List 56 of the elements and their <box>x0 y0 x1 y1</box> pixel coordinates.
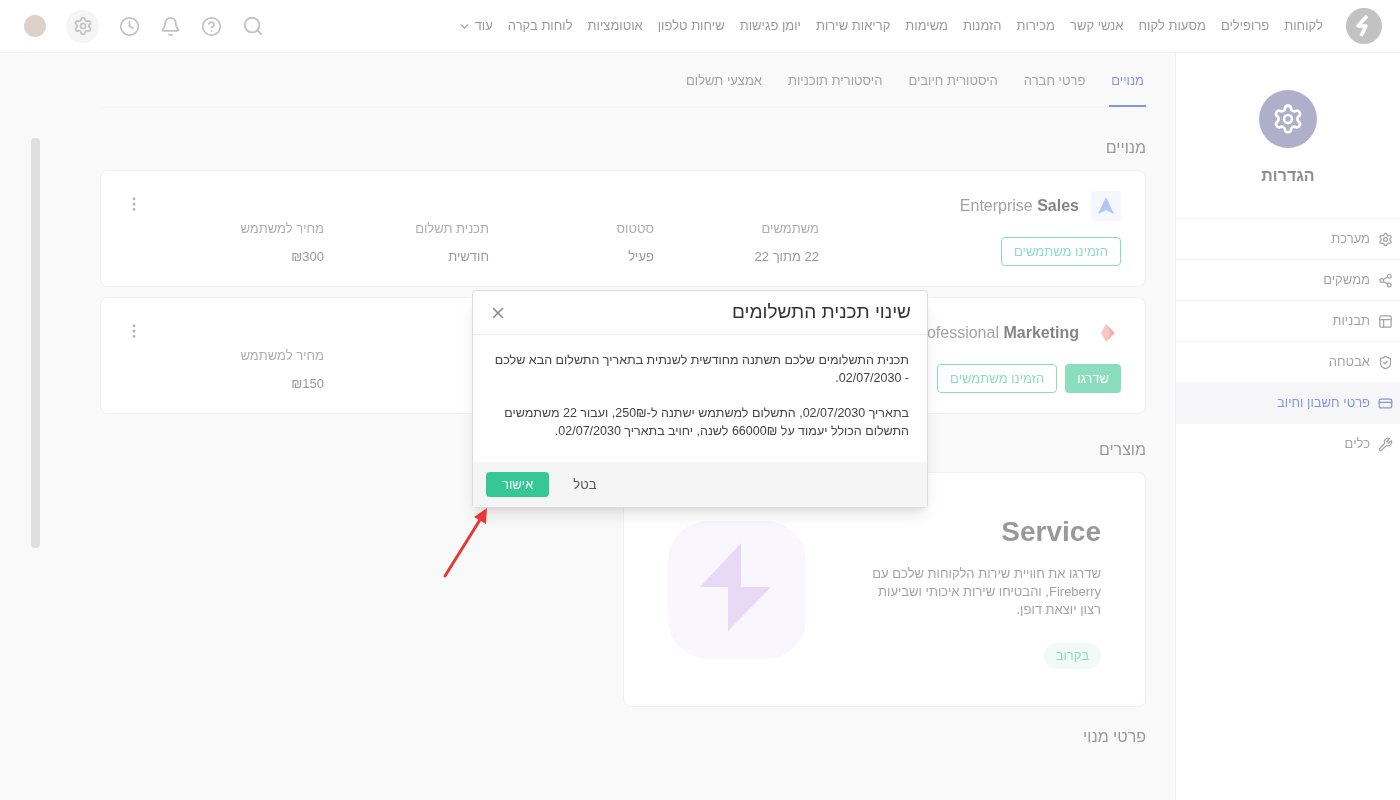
sidebar-item[interactable]: פרטי חשבון וחיוב <box>1176 382 1400 423</box>
dialog-text: תכנית התשלומים שלכם תשתנה מחודשית לשנתית בתאריך התשלום הבא שלכם - 02/07/2030. <box>493 352 909 387</box>
field-value: חודשית <box>447 247 489 266</box>
field-value: ₪150 <box>290 374 324 393</box>
field-value: פעיל <box>627 247 654 266</box>
sidebar-title: הגדרות <box>1261 166 1315 186</box>
nav-link[interactable]: פרופילים <box>1220 16 1270 36</box>
section-heading: מוצרים <box>1097 440 1146 460</box>
section-heading: פרטי מנוי <box>1082 727 1146 747</box>
nav-link[interactable]: שיחות טלפון <box>657 16 725 36</box>
more-menu[interactable]: עוד <box>457 16 493 36</box>
field-value: 22 מתוך 22 <box>753 247 819 266</box>
nav-link[interactable]: לוחות בקרה <box>507 16 573 36</box>
nav-link[interactable]: לקוחות <box>1284 16 1323 36</box>
sidebar-label: פרטי חשבון וחיוב <box>1277 394 1370 413</box>
nav-link[interactable]: מסעות לקוח <box>1138 16 1206 36</box>
invite-users-button[interactable]: הזמינו משתמשים <box>1000 237 1121 266</box>
nav-link[interactable]: מכירות <box>1016 16 1055 36</box>
nav-link[interactable]: קריאות שירות <box>816 16 891 36</box>
field-label: סטטוס <box>615 220 654 238</box>
field-value: ₪300 <box>290 247 324 266</box>
sidebar-label: ממשקים <box>1323 271 1370 290</box>
sidebar-item[interactable]: מערכת <box>1176 218 1400 259</box>
sidebar-label: תבניות <box>1332 312 1370 331</box>
nav-link[interactable]: אנשי קשר <box>1069 16 1124 36</box>
dialog-title: שינוי תכנית התשלומים <box>732 300 911 325</box>
plan-title: ofessional Marketing <box>926 323 1079 343</box>
field-label: משתמשים <box>760 220 819 238</box>
invite-users-button[interactable]: הזמינו משתמשים <box>937 364 1058 393</box>
upgrade-button[interactable]: שדרגו <box>1065 364 1121 393</box>
tab[interactable]: מנויים <box>1109 53 1146 107</box>
nav-link[interactable]: יומן פגישות <box>739 16 801 36</box>
confirm-button[interactable]: אישור <box>486 472 550 497</box>
tab[interactable]: אמצעי תשלום <box>684 53 764 107</box>
field-label: תכנית תשלום <box>414 220 489 238</box>
plan-title: Enterprise Sales <box>959 196 1079 216</box>
sidebar-label: אבטחה <box>1328 353 1370 372</box>
dialog-text: בתאריך 02/07/2030, התשלום למשתמש ישתנה ל-250₪, ועבור 22 משתמשים התשלום הכולל יעמוד על 66000₪ לשנה, יחויב בתאריך 02/07/2030. <box>503 405 909 440</box>
tab[interactable]: היסטורית חיובים <box>906 53 1000 107</box>
tab[interactable]: פרטי חברה <box>1021 53 1088 107</box>
cancel-button[interactable]: בטל <box>561 472 609 497</box>
nav-link[interactable]: אוטומציות <box>587 16 643 36</box>
tab[interactable]: היסטורית תוכניות <box>786 53 885 107</box>
sidebar-item[interactable]: ממשקים <box>1176 259 1400 300</box>
field-label: מחיר למשתמש <box>239 347 324 365</box>
sidebar-item[interactable]: תבניות <box>1176 300 1400 341</box>
coming-soon-button[interactable]: בקרוב <box>1043 642 1101 669</box>
section-heading: מנויים <box>1104 138 1146 158</box>
sidebar-label: מערכת <box>1331 230 1370 249</box>
field-label: מחיר למשתמש <box>239 220 324 238</box>
sidebar-label: כלים <box>1344 435 1370 454</box>
product-description: שדרגו את חוויית שירות הלקוחות שלכם עם Fireberry, והבטיחו שירות איכותי ושביעות רצון יוצאת דופן. <box>871 564 1101 619</box>
product-title: Service <box>1001 514 1101 549</box>
nav-link[interactable]: משימות <box>905 16 948 36</box>
nav-link[interactable]: הזמנות <box>963 16 1002 36</box>
sidebar-item[interactable]: כלים <box>1176 423 1400 464</box>
